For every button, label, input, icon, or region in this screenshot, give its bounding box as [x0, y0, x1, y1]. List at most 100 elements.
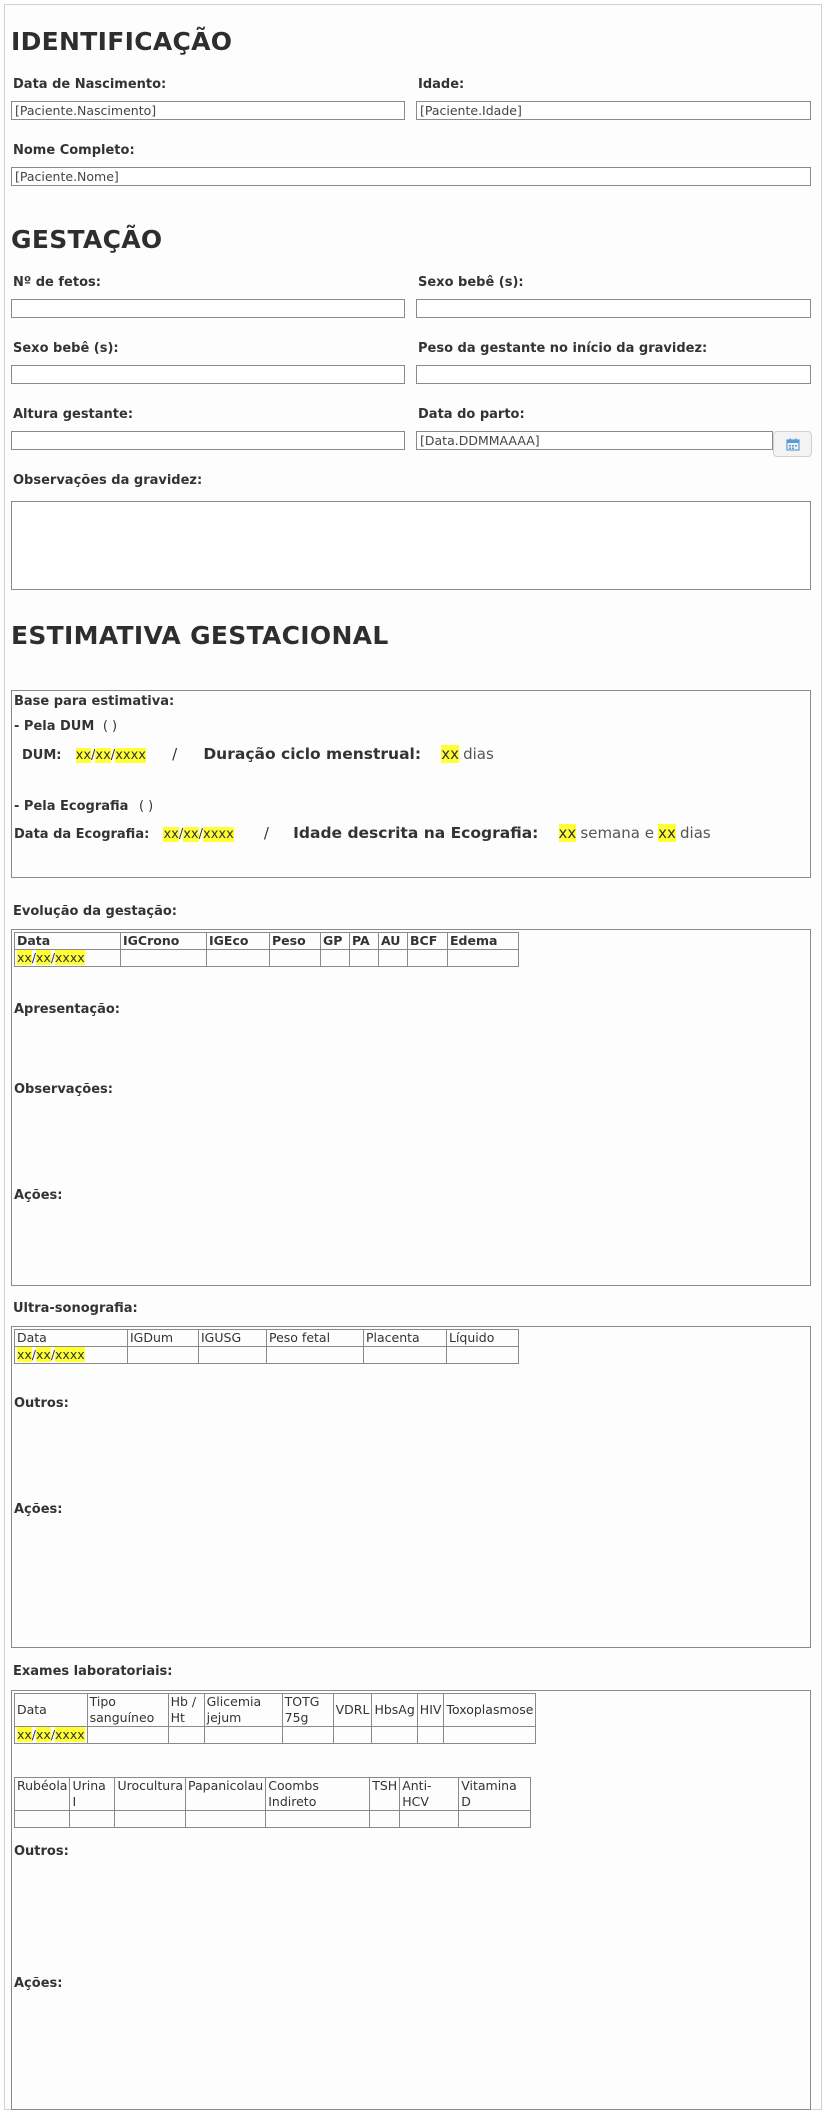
- exames-header-glicemia: Glicemia jejum: [203, 1693, 283, 1727]
- evolucao-observacoes-label: Observações:: [14, 1082, 113, 1097]
- table-cell[interactable]: [120, 949, 207, 967]
- sexo-bebe-label-2: Sexo bebê (s):: [13, 341, 119, 356]
- exames-header-coombs: Coombs Indireto: [265, 1777, 371, 1811]
- table-cell[interactable]: [320, 949, 350, 967]
- ciclo-dias: dias: [463, 745, 494, 763]
- evolucao-date-cell[interactable]: xx/xx/xxxx: [14, 949, 121, 967]
- peso-inicio-field[interactable]: [416, 365, 811, 384]
- table-cell[interactable]: [447, 949, 519, 967]
- table-cell[interactable]: [114, 1810, 187, 1828]
- ultra-table: Data IGDum IGUSG Peso fetal Placenta Líq…: [14, 1329, 519, 1364]
- peso-inicio-label: Peso da gestante no início da gravidez:: [418, 341, 708, 356]
- exames-header-totg: TOTG 75g: [281, 1693, 334, 1727]
- table-cell[interactable]: [399, 1810, 460, 1828]
- dum-option-radio[interactable]: ( ): [103, 719, 117, 734]
- evolucao-header-data: Data: [14, 932, 121, 950]
- ultra-date-cell[interactable]: xx/xx/xxxx: [14, 1346, 128, 1364]
- ultra-label: Ultra-sonografia:: [13, 1301, 138, 1316]
- evolucao-box: Data IGCrono IGEco Peso GP PA AU BCF Ede…: [11, 929, 811, 1286]
- sexo-bebe-field-2[interactable]: [11, 365, 405, 384]
- eco-semana-e: semana e: [580, 824, 654, 842]
- table-cell[interactable]: [363, 1346, 447, 1364]
- ultra-acoes-label: Ações:: [14, 1502, 63, 1517]
- estimativa-box: Base para estimativa: - Pela DUM ( ) DUM…: [11, 690, 811, 878]
- altura-field[interactable]: [11, 431, 405, 450]
- apresentacao-label: Apresentação:: [14, 1002, 120, 1017]
- eco-month[interactable]: xx: [183, 827, 199, 842]
- fetos-field[interactable]: [11, 299, 405, 318]
- table-row: Data IGCrono IGEco Peso GP PA AU BCF Ede…: [14, 932, 519, 950]
- table-cell[interactable]: [203, 1726, 283, 1744]
- exames-header-urocultura: Urocultura: [114, 1777, 187, 1811]
- exames-header-rubeola: Rubéola: [13, 1777, 71, 1811]
- form-page: IDENTIFICAÇÃO Data de Nascimento: [Pacie…: [4, 4, 822, 2110]
- dum-year[interactable]: xxxx: [115, 748, 146, 763]
- table-row: Rubéola Urina I Urocultura Papanicolau C…: [13, 1777, 532, 1811]
- eco-year[interactable]: xxxx: [203, 827, 234, 842]
- evolucao-header-pa: PA: [349, 932, 379, 950]
- ultra-header-igdum: IGDum: [127, 1329, 199, 1347]
- table-cell[interactable]: [281, 1726, 334, 1744]
- table-cell[interactable]: [458, 1810, 532, 1828]
- eco-semanas[interactable]: xx: [558, 824, 577, 842]
- evolucao-header-edema: Edema: [447, 932, 519, 950]
- base-estimativa-label: Base para estimativa:: [14, 694, 175, 709]
- table-cell[interactable]: [369, 1810, 401, 1828]
- table-cell[interactable]: [86, 1726, 169, 1744]
- table-cell[interactable]: [349, 949, 379, 967]
- ultra-header-igusg: IGUSG: [198, 1329, 267, 1347]
- exames-table-1: Data Tipo sanguíneo Hb / Ht Glicemia jej…: [14, 1693, 537, 1744]
- eco-option-radio[interactable]: ( ): [139, 799, 153, 814]
- dum-month[interactable]: xx: [95, 748, 111, 763]
- eco-option-label: - Pela Ecografia ( ): [14, 799, 154, 814]
- parto-label: Data do parto:: [418, 407, 525, 422]
- ciclo-value[interactable]: xx: [441, 745, 459, 763]
- table-cell[interactable]: [416, 1726, 445, 1744]
- table-cell[interactable]: [265, 1810, 371, 1828]
- sexo-bebe-field-1[interactable]: [416, 299, 811, 318]
- obs-gravidez-label: Observações da gravidez:: [13, 473, 203, 488]
- nascimento-field[interactable]: [Paciente.Nascimento]: [11, 101, 405, 120]
- parto-date-field[interactable]: [Data.DDMMAAAA]: [416, 431, 773, 450]
- table-cell[interactable]: [167, 1726, 205, 1744]
- exames-table-2: Rubéola Urina I Urocultura Papanicolau C…: [13, 1777, 532, 1828]
- table-cell[interactable]: [185, 1810, 267, 1828]
- exames-header-papanicolau: Papanicolau: [185, 1777, 267, 1811]
- table-row: Data Tipo sanguíneo Hb / Ht Glicemia jej…: [14, 1693, 537, 1727]
- dum-line: DUM: xx/xx/xxxx / Duração ciclo menstrua…: [22, 745, 494, 763]
- eco-idade-label: Idade descrita na Ecografia:: [293, 824, 539, 842]
- table-cell[interactable]: [443, 1726, 537, 1744]
- evolucao-header-igeco: IGEco: [206, 932, 270, 950]
- eco-dias: dias: [680, 824, 711, 842]
- idade-field[interactable]: [Paciente.Idade]: [416, 101, 811, 120]
- table-cell[interactable]: [206, 949, 270, 967]
- table-row: Data IGDum IGUSG Peso fetal Placenta Líq…: [14, 1329, 519, 1347]
- table-cell[interactable]: [371, 1726, 418, 1744]
- table-cell[interactable]: [266, 1346, 364, 1364]
- table-cell[interactable]: [69, 1810, 116, 1828]
- idade-label: Idade:: [418, 77, 465, 92]
- exames-date-cell[interactable]: xx/xx/xxxx: [14, 1726, 88, 1744]
- exames-header-urina: Urina I: [69, 1777, 116, 1811]
- table-cell[interactable]: [127, 1346, 199, 1364]
- exames-header-hiv: HIV: [416, 1693, 445, 1727]
- altura-label: Altura gestante:: [13, 407, 134, 422]
- table-cell[interactable]: [13, 1810, 71, 1828]
- nome-field[interactable]: [Paciente.Nome]: [11, 167, 811, 186]
- obs-gravidez-textarea[interactable]: [11, 501, 811, 590]
- evolucao-header-igcrono: IGCrono: [120, 932, 207, 950]
- ultra-header-data: Data: [14, 1329, 128, 1347]
- table-cell[interactable]: [378, 949, 408, 967]
- eco-day[interactable]: xx: [163, 827, 179, 842]
- table-row: [13, 1810, 532, 1828]
- calendar-button[interactable]: [773, 431, 812, 457]
- eco-separator: /: [263, 824, 269, 842]
- eco-dias-value[interactable]: xx: [658, 824, 676, 842]
- table-cell[interactable]: [407, 949, 448, 967]
- table-cell[interactable]: [198, 1346, 267, 1364]
- evolucao-header-au: AU: [378, 932, 408, 950]
- table-cell[interactable]: [332, 1726, 373, 1744]
- dum-day[interactable]: xx: [75, 748, 92, 763]
- table-cell[interactable]: [269, 949, 321, 967]
- table-cell[interactable]: [446, 1346, 519, 1364]
